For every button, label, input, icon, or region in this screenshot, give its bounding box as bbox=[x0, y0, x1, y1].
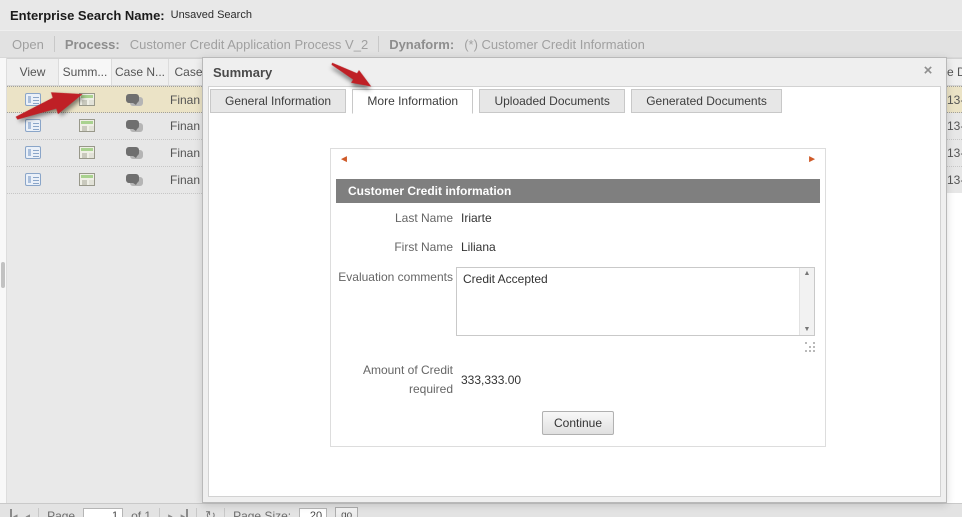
panel-splitter[interactable] bbox=[0, 58, 7, 503]
scroll-up-icon[interactable]: ▲ bbox=[800, 270, 814, 277]
refresh-icon[interactable]: ↻ bbox=[205, 508, 216, 517]
toolbar-divider bbox=[38, 508, 39, 517]
case-cell: Finan bbox=[170, 93, 206, 107]
toolbar-divider bbox=[224, 508, 225, 517]
form-section-header: Customer Credit information bbox=[336, 179, 820, 203]
search-name-label: Enterprise Search Name: bbox=[10, 8, 165, 23]
scroll-down-icon[interactable]: ▼ bbox=[800, 326, 814, 333]
column-header-date[interactable]: e D bbox=[947, 59, 962, 85]
view-case-icon[interactable] bbox=[25, 93, 41, 106]
date-cell: 13- bbox=[947, 93, 962, 107]
go-button[interactable]: go bbox=[335, 507, 358, 517]
process-label: Process: bbox=[65, 37, 120, 52]
toolbar-divider bbox=[54, 36, 55, 52]
last-name-value: Iriarte bbox=[461, 211, 492, 225]
search-name-value: Unsaved Search bbox=[171, 9, 252, 21]
case-summary-icon[interactable] bbox=[79, 93, 95, 106]
case-notes-icon[interactable] bbox=[126, 147, 144, 160]
case-notes-icon[interactable] bbox=[126, 94, 144, 107]
tab-general-information[interactable]: General Information bbox=[210, 89, 346, 113]
dynaform-prev-icon[interactable]: ◄ bbox=[339, 154, 349, 165]
tab-uploaded-documents[interactable]: Uploaded Documents bbox=[479, 89, 624, 113]
tab-strip: General Information More Information Upl… bbox=[209, 87, 940, 113]
continue-button[interactable]: Continue bbox=[542, 411, 614, 435]
dynaform-panel: ◄ ► Customer Credit information Last Nam… bbox=[330, 148, 826, 447]
evaluation-comments-label: Evaluation comments bbox=[331, 270, 453, 284]
evaluation-comments-value: Credit Accepted bbox=[463, 272, 794, 286]
view-case-icon[interactable] bbox=[25, 119, 41, 132]
toolbar-divider bbox=[159, 508, 160, 517]
next-page-icon[interactable]: ▸ bbox=[168, 509, 173, 517]
column-header-case-notes[interactable]: Case N... bbox=[112, 59, 169, 85]
case-notes-icon[interactable] bbox=[126, 120, 144, 133]
column-header-view[interactable]: View bbox=[7, 59, 59, 85]
modal-title-bar[interactable]: Summary × bbox=[203, 58, 946, 86]
page-size-label: Page Size: bbox=[233, 509, 291, 517]
dynaform-value: (*) Customer Credit Information bbox=[464, 37, 645, 52]
pagination-bar: ◂ ◂ Page of 1 ▸ ▸ ↻ Page Size: go bbox=[0, 503, 962, 517]
toolbar-divider bbox=[378, 36, 379, 52]
summary-modal: Summary × General Information More Infor… bbox=[202, 57, 947, 503]
application-window: Enterprise Search Name: Unsaved Search O… bbox=[0, 0, 962, 517]
enterprise-search-bar: Enterprise Search Name: Unsaved Search bbox=[0, 0, 962, 30]
case-summary-icon[interactable] bbox=[79, 146, 95, 159]
modal-title: Summary bbox=[213, 65, 272, 80]
first-page-icon[interactable]: ◂ bbox=[10, 509, 18, 517]
process-toolbar: Open Process: Customer Credit Applicatio… bbox=[0, 30, 962, 58]
case-cell: Finan bbox=[170, 173, 206, 187]
view-case-icon[interactable] bbox=[25, 173, 41, 186]
open-button[interactable]: Open bbox=[12, 37, 44, 52]
case-notes-icon[interactable] bbox=[126, 174, 144, 187]
process-value: Customer Credit Application Process V_2 bbox=[130, 37, 368, 52]
date-cell: 13- bbox=[947, 173, 962, 187]
page-label: Page bbox=[47, 509, 75, 517]
page-size-input[interactable] bbox=[299, 508, 327, 517]
last-page-icon[interactable]: ▸ bbox=[181, 509, 189, 517]
amount-of-credit-value: 333,333.00 bbox=[461, 373, 521, 387]
date-cell: 13- bbox=[947, 146, 962, 160]
date-cell: 13- bbox=[947, 119, 962, 133]
view-case-icon[interactable] bbox=[25, 146, 41, 159]
textarea-resize-grip-icon[interactable] bbox=[805, 342, 817, 354]
case-summary-icon[interactable] bbox=[79, 173, 95, 186]
first-name-label: First Name bbox=[331, 240, 453, 254]
case-cell: Finan bbox=[170, 146, 206, 160]
case-cell: Finan bbox=[170, 119, 206, 133]
page-number-input[interactable] bbox=[83, 508, 123, 517]
grid-empty-area bbox=[947, 193, 962, 503]
dynaform-label: Dynaform: bbox=[389, 37, 454, 52]
toolbar-divider bbox=[196, 508, 197, 517]
tab-more-information[interactable]: More Information bbox=[352, 89, 473, 114]
page-of-label: of 1 bbox=[131, 509, 151, 517]
tab-generated-documents[interactable]: Generated Documents bbox=[631, 89, 782, 113]
modal-body: General Information More Information Upl… bbox=[208, 86, 941, 497]
dynaform-next-icon[interactable]: ► bbox=[807, 154, 817, 165]
textarea-scrollbar[interactable]: ▲ ▼ bbox=[799, 268, 814, 335]
evaluation-comments-textarea[interactable]: Credit Accepted ▲ ▼ bbox=[456, 267, 815, 336]
last-name-label: Last Name bbox=[331, 211, 453, 225]
prev-page-icon[interactable]: ◂ bbox=[26, 509, 31, 517]
case-summary-icon[interactable] bbox=[79, 119, 95, 132]
close-icon[interactable]: × bbox=[920, 63, 936, 79]
first-name-value: Liliana bbox=[461, 240, 496, 254]
amount-of-credit-label: Amount of Credit required bbox=[331, 361, 453, 399]
column-header-summary[interactable]: Summ... bbox=[59, 59, 112, 85]
tab-content: ◄ ► Customer Credit information Last Nam… bbox=[209, 113, 940, 496]
splitter-handle-icon[interactable] bbox=[1, 262, 5, 288]
